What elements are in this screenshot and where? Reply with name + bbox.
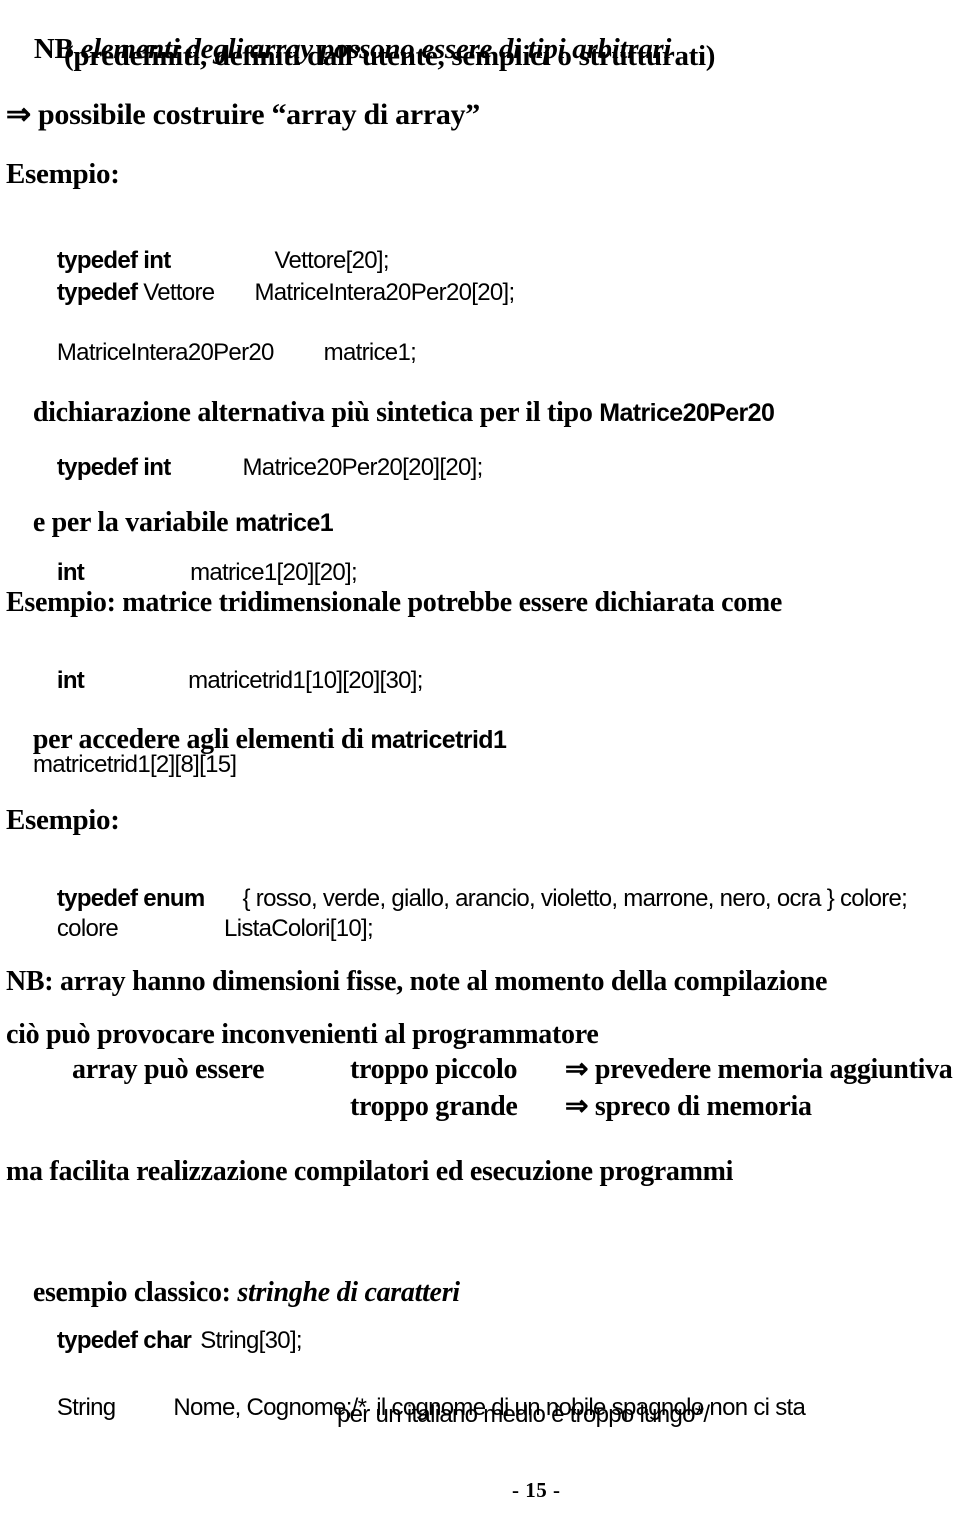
esempio-label-2: Esempio: xyxy=(6,804,120,836)
colore-type-name: colore xyxy=(56,915,119,942)
matrice1-variable: matrice1; xyxy=(323,339,417,366)
implies-array-di-array-line: ⇒ possibile costruire “array di array” xyxy=(6,98,480,131)
matriceintera-type-name: MatriceIntera20Per20 xyxy=(56,339,274,366)
slide-page: NB elementi degli array possono essere d… xyxy=(0,0,960,1529)
keyword-typedef: typedef xyxy=(56,279,138,306)
matrice1-inline-code: matrice1 xyxy=(235,509,334,537)
troppo-grande-consequence: ⇒ spreco di memoria xyxy=(565,1091,812,1122)
nb-array-dimensioni-line: NB: array hanno dimensioni fisse, note a… xyxy=(6,966,828,997)
keyword-int-2: int xyxy=(56,667,85,694)
keyword-typedef-char: typedef char xyxy=(56,1327,192,1354)
code-line-typedef-char-string: typedef char String[30]; xyxy=(33,1305,303,1377)
e-per-la-variabile-text: e per la variabile xyxy=(32,507,236,538)
matricetrid1-inline-code: matricetrid1 xyxy=(370,726,507,754)
keyword-int: int xyxy=(56,559,85,586)
troppo-piccolo-consequence: ⇒ prevedere memoria aggiuntiva xyxy=(565,1054,953,1085)
cio-puo-provocare-line: ciò può provocare inconvenienti al progr… xyxy=(6,1019,599,1050)
matriceintera-declaration: MatriceIntera20Per20[20]; xyxy=(254,279,515,306)
listacolori-declaration: ListaColori[10]; xyxy=(224,915,374,942)
dichiarazione-text: dichiarazione alternativa più sintetica … xyxy=(32,397,600,428)
code-line-matricetrid1-access: matricetrid1[2][8][15] xyxy=(33,751,237,778)
matrice20per20-inline-code: Matrice20Per20 xyxy=(599,399,775,427)
page-number: - 15 - xyxy=(512,1478,561,1502)
esempio-classico-text: esempio classico: xyxy=(32,1277,238,1308)
matrice20per20-declaration: Matrice20Per20[20][20]; xyxy=(242,454,484,481)
array-puo-essere-label: array può essere xyxy=(72,1054,265,1085)
matrice1-declaration: matrice1[20][20]; xyxy=(190,559,358,586)
esempio-tridimensionale-line: Esempio: matrice tridimensionale potrebb… xyxy=(6,587,783,618)
esempio-label-1: Esempio: xyxy=(6,158,120,190)
matricetrid1-declaration: matricetrid1[10][20][30]; xyxy=(188,667,423,694)
code-line-colore-listacolori: colore ListaColori[10]; xyxy=(33,893,374,965)
string-type-name: String xyxy=(56,1394,116,1421)
troppo-grande-label: troppo grande xyxy=(350,1091,518,1122)
code-line-comment-continuation: per un italiano medio è troppo lungo*/ xyxy=(337,1401,710,1428)
keyword-typedef-int-2: typedef int xyxy=(56,454,171,481)
string-declaration: String[30]; xyxy=(200,1327,302,1354)
ma-facilita-line: ma facilita realizzazione compilatori ed… xyxy=(6,1156,734,1187)
nb-heading-line-2: (predefiniti, definiti dall’utente, semp… xyxy=(64,40,716,72)
stringhe-di-caratteri-italic: stringhe di caratteri xyxy=(237,1277,460,1308)
troppo-piccolo-label: troppo piccolo xyxy=(350,1054,518,1085)
vettore-type-name: Vettore xyxy=(137,279,215,306)
